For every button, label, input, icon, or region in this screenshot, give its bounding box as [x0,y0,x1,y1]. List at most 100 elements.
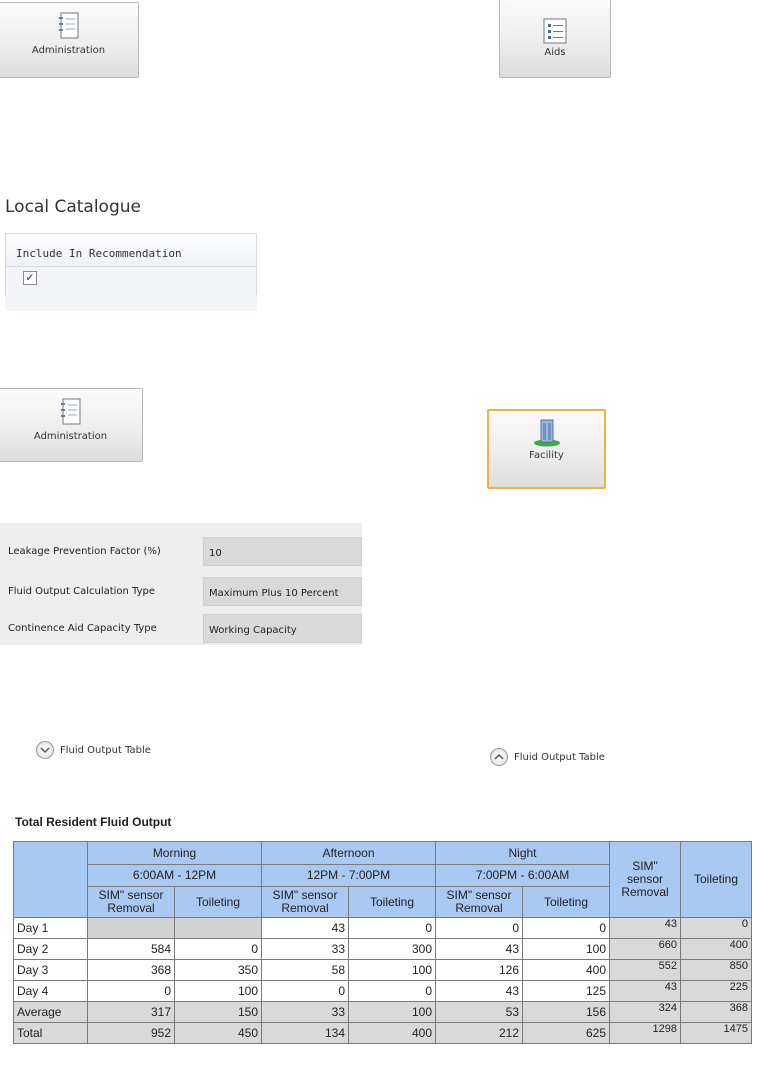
value-cell: 134 [261,1022,349,1044]
notebook-icon [58,12,78,39]
row-label: Day 2 [13,938,88,960]
summary-cell: 1298 [609,1022,681,1044]
value-cell: 450 [174,1022,262,1044]
value-cell: 100 [348,959,436,981]
value-cell: 0 [87,980,175,1002]
chevron-up-icon [490,748,508,766]
value-cell: 0 [348,980,436,1002]
value-cell: 212 [435,1022,523,1044]
summary-cell: 552 [609,959,681,981]
fluid-output-table-toggle-expanded[interactable]: Fluid Output Table [490,748,605,766]
value-cell: 0 [435,917,523,939]
include-in-recommendation-row: ✓ [5,267,257,295]
fluid-output-calculation-type-field[interactable]: Maximum Plus 10 Percent [203,577,362,606]
table-row: Average 317 150 33 100 53 156 324 368 [13,1001,752,1023]
aids-button[interactable]: Aids [499,0,611,78]
value-cell: 952 [87,1022,175,1044]
value-cell: 100 [174,980,262,1002]
value-cell: 58 [261,959,349,981]
summary-cell: 400 [680,938,752,960]
value-cell: 126 [435,959,523,981]
row-label: Day 4 [13,980,88,1002]
summary-cell: 324 [609,1001,681,1023]
value-cell: 100 [348,1001,436,1023]
administration-button-2[interactable]: Administration [0,388,143,462]
settings-panel: Leakage Prevention Factor (%) 10 Fluid O… [0,523,362,645]
summary-cell: 225 [680,980,752,1002]
value-cell: 100 [522,938,610,960]
toileting-header: Toileting [174,886,262,918]
value-cell: 43 [261,917,349,939]
table-body: Day 1 43 0 0 0 43 0 Day 2 584 0 33 300 43 100 660 400 Da… [13,917,752,1044]
continence-aid-capacity-type-field[interactable]: Working Capacity [203,614,362,643]
summary-cell: 368 [680,1001,752,1023]
table-row: Day 2 584 0 33 300 43 100 660 400 [13,938,752,960]
value-cell: 156 [522,1001,610,1023]
value-cell: 584 [87,938,175,960]
value-cell: 33 [261,938,349,960]
toggle-label: Fluid Output Table [514,751,605,763]
value-cell: 625 [522,1022,610,1044]
facility-label: Facility [529,450,564,461]
aids-label: Aids [544,47,566,58]
summary-removal-header: SIM" sensor Removal [609,841,681,918]
leakage-prevention-factor-field[interactable]: 10 [203,537,362,566]
corner-cell [13,841,88,918]
summary-cell: 0 [680,917,752,939]
period-name: Night [435,841,610,865]
administration-label-2: Administration [33,431,108,442]
table-row: Day 4 0 100 0 0 43 125 43 225 [13,980,752,1002]
summary-cell: 1475 [680,1022,752,1044]
period-time: 12PM - 7:00PM [261,864,436,887]
chevron-down-icon [36,741,54,759]
table-row: Day 3 368 350 58 100 126 400 552 850 [13,959,752,981]
row-label: Day 1 [13,917,88,939]
summary-cell: 43 [609,980,681,1002]
table-row: Day 1 43 0 0 0 43 0 [13,917,752,939]
period-name: Afternoon [261,841,436,865]
include-in-recommendation-header: Include In Recommendation [5,233,257,267]
fluid-output-table-toggle-collapsed[interactable]: Fluid Output Table [36,741,151,759]
setting-label: Continence Aid Capacity Type [8,623,157,634]
local-catalogue-title: Local Catalogue [5,197,141,217]
toileting-header: Toileting [348,886,436,918]
summary-cell: 660 [609,938,681,960]
list-icon [543,18,567,44]
value-cell: 33 [261,1001,349,1023]
value-cell: 368 [87,959,175,981]
value-cell: 0 [261,980,349,1002]
value-cell: 125 [522,980,610,1002]
row-label: Average [13,1001,88,1023]
administration-label: Administration [31,45,106,56]
toggle-label: Fluid Output Table [60,744,151,756]
fluid-output-table: Morning Afternoon Night SIM" sensor Remo… [13,841,752,1044]
period-time: 6:00AM - 12PM [87,864,262,887]
removal-header: SIM" sensor Removal [87,886,175,918]
setting-label: Leakage Prevention Factor (%) [8,546,161,557]
value-cell: 400 [522,959,610,981]
value-cell: 400 [348,1022,436,1044]
summary-toileting-header: Toileting [680,841,752,918]
summary-cell: 850 [680,959,752,981]
value-cell: 43 [435,938,523,960]
row-label: Day 3 [13,959,88,981]
value-cell: 0 [348,917,436,939]
removal-header: SIM" sensor Removal [261,886,349,918]
facility-button[interactable]: Facility [487,409,606,489]
period-time: 7:00PM - 6:00AM [435,864,610,887]
setting-row: Leakage Prevention Factor (%) 10 [0,536,362,568]
value-cell [174,917,262,939]
summary-cell: 43 [609,917,681,939]
setting-row: Fluid Output Calculation Type Maximum Pl… [0,576,362,608]
building-icon [533,419,560,447]
value-cell: 300 [348,938,436,960]
administration-button[interactable]: Administration [0,2,139,78]
value-cell: 0 [522,917,610,939]
value-cell: 43 [435,980,523,1002]
value-cell: 350 [174,959,262,981]
period-name: Morning [87,841,262,865]
include-in-recommendation-checkbox[interactable]: ✓ [23,271,37,285]
notebook-icon [60,398,80,425]
toileting-header: Toileting [522,886,610,918]
setting-row: Continence Aid Capacity Type Working Cap… [0,613,362,645]
